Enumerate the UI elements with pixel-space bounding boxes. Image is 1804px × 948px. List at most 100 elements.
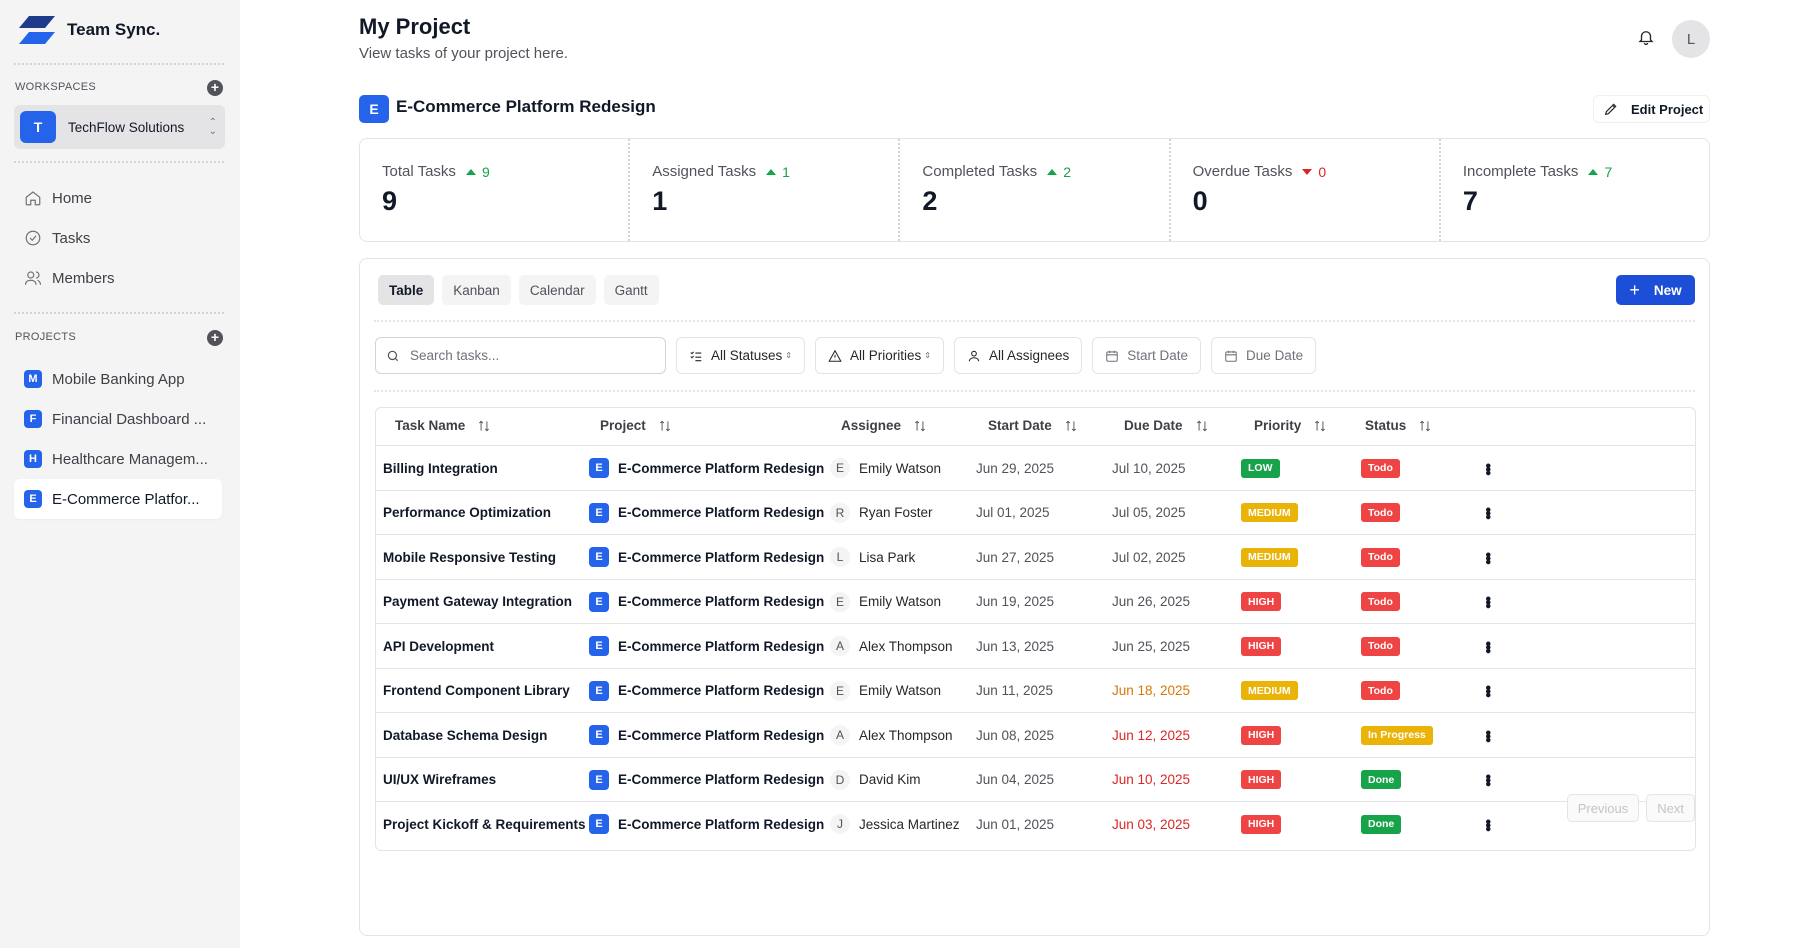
more-vertical-icon: •••: [1479, 596, 1496, 607]
divider: [14, 161, 224, 163]
task-assignee: D David Kim: [830, 758, 921, 802]
search-input[interactable]: Search tasks...: [375, 337, 666, 374]
row-actions-button[interactable]: •••: [1479, 491, 1496, 535]
task-name[interactable]: Mobile Responsive Testing: [383, 535, 556, 579]
brand-logo-icon: [19, 16, 55, 44]
table-row[interactable]: Frontend Component Library E E-Commerce Pl…: [376, 669, 1695, 713]
stat-delta-value: 7: [1604, 163, 1613, 180]
task-name[interactable]: UI/UX Wireframes: [383, 758, 496, 802]
tab-table[interactable]: Table: [378, 275, 435, 305]
project-badge: E: [589, 591, 609, 612]
stat-value: 7: [1462, 186, 1478, 216]
sidebar-project-healthcare[interactable]: H Healthcare Managem...: [14, 439, 222, 479]
task-name[interactable]: Payment Gateway Integration: [383, 580, 572, 624]
due-date-filter[interactable]: Due Date: [1211, 337, 1317, 374]
priority-badge: MEDIUM: [1241, 503, 1298, 522]
stat-label: Completed Tasks: [922, 163, 1038, 180]
row-actions-button[interactable]: •••: [1479, 802, 1496, 846]
column-header-task-name[interactable]: Task Name: [395, 418, 491, 433]
task-name[interactable]: Project Kickoff & Requirements: [383, 802, 586, 846]
previous-page-button[interactable]: Previous: [1566, 794, 1640, 822]
task-name[interactable]: API Development: [383, 624, 494, 668]
tasks-table: Task Name Project Assignee Start Date Du…: [375, 407, 1696, 851]
tab-kanban[interactable]: Kanban: [442, 275, 511, 305]
sidebar-project-ecommerce[interactable]: E E-Commerce Platfor...: [14, 479, 222, 519]
row-actions-button[interactable]: •••: [1479, 669, 1496, 713]
table-row[interactable]: API Development E E-Commerce Platform Rede…: [376, 624, 1695, 669]
task-name[interactable]: Database Schema Design: [383, 713, 547, 757]
priority-badge: HIGH: [1241, 592, 1282, 611]
table-row[interactable]: Mobile Responsive Testing E E-Commerce Pla…: [376, 535, 1695, 580]
priority-filter[interactable]: All Priorities ⇕: [815, 337, 944, 374]
next-page-button[interactable]: Next: [1646, 794, 1695, 822]
brand[interactable]: Team Sync.: [15, 14, 160, 46]
column-header-due-date[interactable]: Due Date: [1124, 418, 1209, 433]
user-avatar[interactable]: L: [1672, 20, 1710, 58]
assignee-avatar: R: [830, 502, 850, 523]
trend-up-icon: [465, 168, 476, 175]
table-body: Billing Integration E E-Commerce Platform …: [376, 446, 1695, 847]
divider: [374, 390, 1695, 392]
task-start-date: Jun 04, 2025: [976, 772, 1055, 787]
column-header-start-date[interactable]: Start Date: [988, 418, 1078, 433]
notifications-button[interactable]: [1637, 28, 1657, 48]
table-row[interactable]: Billing Integration E E-Commerce Platform …: [376, 446, 1695, 491]
start-date-filter[interactable]: Start Date: [1092, 337, 1202, 374]
column-label: Assignee: [841, 418, 902, 433]
assignee-filter-label: All Assignees: [988, 348, 1070, 363]
assignee-name: Alex Thompson: [859, 727, 953, 743]
pencil-icon: [1604, 103, 1617, 116]
table-row[interactable]: Project Kickoff & Requirements E E-Commerc…: [376, 802, 1695, 847]
task-project-name: E-Commerce Platform Redesign: [618, 505, 825, 520]
stat-delta-value: 0: [1318, 163, 1327, 180]
stat-label: Overdue Tasks: [1192, 163, 1293, 180]
assignee-avatar: E: [830, 680, 850, 701]
sidebar-project-mobile-banking[interactable]: M Mobile Banking App: [14, 359, 222, 399]
column-header-priority[interactable]: Priority: [1254, 418, 1327, 433]
column-header-project[interactable]: Project: [600, 418, 672, 433]
status-filter[interactable]: All Statuses ⇕: [676, 337, 805, 374]
task-name[interactable]: Performance Optimization: [383, 491, 551, 535]
nav-home[interactable]: Home: [14, 180, 224, 216]
row-actions-button[interactable]: •••: [1479, 624, 1496, 668]
task-project: E E-Commerce Platform Redesign: [589, 758, 824, 802]
brand-name: Team Sync.: [67, 20, 161, 39]
new-task-button[interactable]: + New: [1616, 275, 1695, 305]
add-workspace-icon[interactable]: +: [207, 80, 223, 96]
row-actions-button[interactable]: •••: [1479, 758, 1496, 802]
workspace-switcher[interactable]: T TechFlow Solutions ⌃ ⌄: [14, 105, 225, 149]
row-actions-button[interactable]: •••: [1479, 580, 1496, 624]
assignee-filter[interactable]: All Assignees: [953, 337, 1083, 374]
add-project-icon[interactable]: +: [207, 330, 223, 346]
table-row[interactable]: Database Schema Design E E-Commerce Platfo…: [376, 713, 1695, 758]
status-badge: Todo: [1361, 547, 1400, 567]
table-row[interactable]: Performance Optimization E E-Commerce Plat…: [376, 491, 1695, 535]
task-name[interactable]: Frontend Component Library: [383, 669, 570, 713]
column-header-status[interactable]: Status: [1365, 418, 1432, 433]
table-row[interactable]: UI/UX Wireframes E E-Commerce Platform Red…: [376, 758, 1695, 802]
calendar-icon: [1225, 350, 1237, 362]
divider: [374, 320, 1695, 322]
tab-gantt[interactable]: Gantt: [603, 275, 659, 305]
row-actions-button[interactable]: •••: [1479, 713, 1496, 757]
row-actions-button[interactable]: •••: [1479, 446, 1496, 490]
column-header-assignee[interactable]: Assignee: [841, 418, 927, 433]
project-header-badge: E: [359, 95, 389, 123]
task-priority: LOW: [1241, 446, 1280, 490]
home-icon: [25, 191, 41, 206]
task-priority: HIGH: [1241, 802, 1282, 846]
nav-members[interactable]: Members: [14, 260, 224, 296]
users-icon: [24, 271, 42, 285]
task-name[interactable]: Billing Integration: [383, 446, 498, 490]
row-actions-button[interactable]: •••: [1479, 535, 1496, 579]
edit-project-button[interactable]: Edit Project: [1593, 95, 1710, 123]
tab-calendar[interactable]: Calendar: [518, 275, 596, 305]
table-row[interactable]: Payment Gateway Integration E E-Commerce P…: [376, 580, 1695, 624]
task-priority: MEDIUM: [1241, 491, 1298, 535]
sidebar-project-financial-dashboard[interactable]: F Financial Dashboard ...: [14, 399, 222, 439]
more-vertical-icon: •••: [1479, 685, 1496, 696]
nav-tasks[interactable]: Tasks: [14, 220, 224, 256]
stats-bar: Total Tasks 9 9 Assigned Tasks 1 1 Compl…: [359, 138, 1710, 242]
project-header-name: E-Commerce Platform Redesign: [396, 97, 656, 116]
sort-icon: [1065, 420, 1076, 431]
